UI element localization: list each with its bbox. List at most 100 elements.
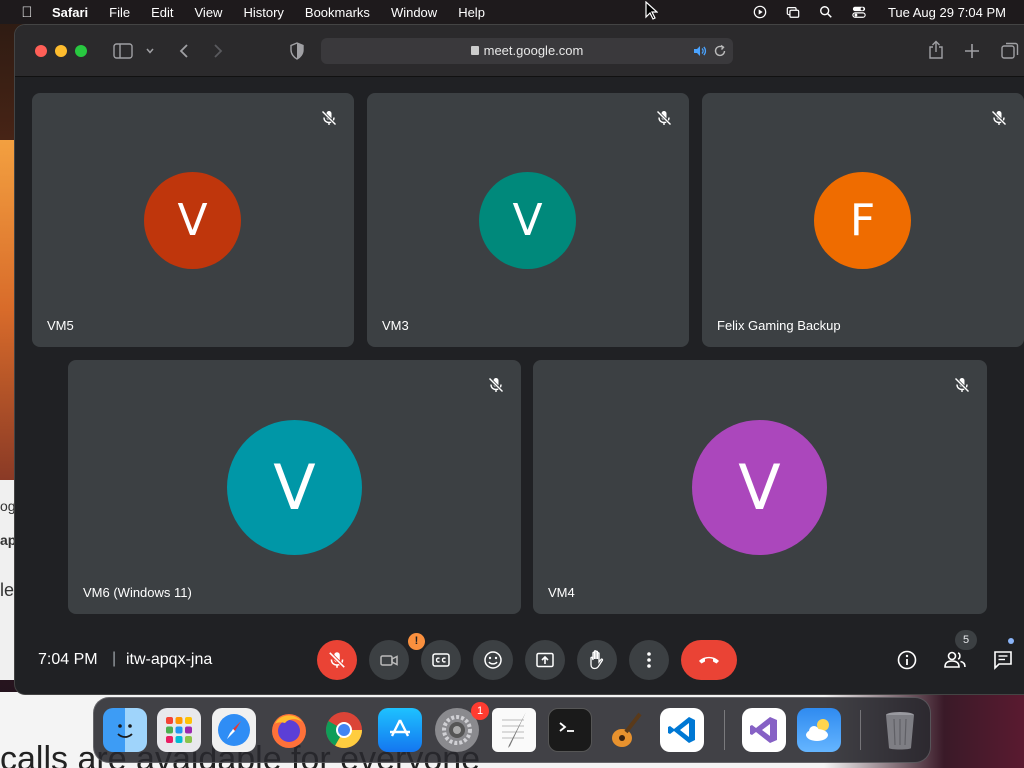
settings-notification-badge: 1 <box>471 702 489 720</box>
vscode-icon[interactable] <box>660 708 704 752</box>
trash-icon[interactable] <box>878 708 922 752</box>
sidebar-toggle-icon[interactable] <box>113 43 133 59</box>
muted-mic-icon <box>321 110 337 126</box>
dock-separator <box>724 710 725 750</box>
more-vertical-icon <box>647 652 651 668</box>
background-text-fragment: app <box>0 532 16 548</box>
participant-name: VM6 (Windows 11) <box>83 585 192 600</box>
menu-window[interactable]: Window <box>391 5 437 20</box>
safari-window: meet.google.com V VM5 V VM3 F Felix Gami… <box>15 25 1024 694</box>
participant-avatar: V <box>479 172 576 269</box>
meeting-details-button[interactable] <box>889 642 925 678</box>
control-center-icon[interactable] <box>851 5 867 19</box>
meeting-control-bar: 7:04 PM | itw-apqx-jna ! 5 <box>15 630 1024 694</box>
safari-icon[interactable] <box>212 708 256 752</box>
chat-button[interactable] <box>985 642 1021 678</box>
leave-call-button[interactable] <box>681 640 737 680</box>
screen-recording-icon[interactable] <box>752 5 768 19</box>
firefox-icon[interactable] <box>267 708 311 752</box>
chevron-down-icon[interactable] <box>145 46 155 56</box>
forward-arrow-icon[interactable] <box>211 42 225 60</box>
participant-name: VM4 <box>548 585 575 600</box>
meeting-time: 7:04 PM <box>38 651 98 668</box>
raise-hand-icon <box>590 650 604 670</box>
people-button[interactable] <box>937 642 973 678</box>
chat-icon <box>994 651 1012 670</box>
spotlight-search-icon[interactable] <box>818 5 834 19</box>
weather-icon[interactable] <box>797 708 841 752</box>
camera-toggle-button[interactable] <box>369 640 409 680</box>
raise-hand-button[interactable] <box>577 640 617 680</box>
mic-off-icon <box>328 651 346 669</box>
finder-icon[interactable] <box>103 708 147 752</box>
menu-view[interactable]: View <box>195 5 223 20</box>
menu-bar:  Safari File Edit View History Bookmark… <box>0 0 1024 24</box>
share-icon[interactable] <box>927 40 945 60</box>
participant-name: Felix Gaming Backup <box>717 318 841 333</box>
garageband-icon[interactable] <box>604 708 648 752</box>
apple-menu-icon[interactable]:  <box>18 4 36 21</box>
address-bar[interactable]: meet.google.com <box>321 38 733 64</box>
lock-icon <box>470 46 479 55</box>
back-arrow-icon[interactable] <box>177 42 191 60</box>
chat-unread-dot <box>1008 638 1014 644</box>
textedit-icon[interactable] <box>492 708 536 752</box>
launchpad-icon[interactable] <box>157 708 201 752</box>
window-close-button[interactable] <box>35 45 47 57</box>
participant-tile[interactable]: V VM5 <box>32 93 354 347</box>
muted-mic-icon <box>954 377 970 393</box>
tab-overview-icon[interactable] <box>1001 42 1019 60</box>
menu-file[interactable]: File <box>109 5 130 20</box>
reload-icon[interactable] <box>713 44 727 58</box>
terminal-icon[interactable] <box>548 708 592 752</box>
more-options-button[interactable] <box>629 640 669 680</box>
participant-tile[interactable]: V VM3 <box>367 93 689 347</box>
window-minimize-button[interactable] <box>55 45 67 57</box>
window-zoom-button[interactable] <box>75 45 87 57</box>
mouse-cursor-icon <box>645 1 658 20</box>
reactions-button[interactable] <box>473 640 513 680</box>
meeting-info-separator: | <box>112 650 117 667</box>
captions-button[interactable] <box>421 640 461 680</box>
participant-avatar: V <box>227 420 362 555</box>
menu-app-safari[interactable]: Safari <box>52 5 88 20</box>
screen-mirroring-icon[interactable] <box>785 5 801 19</box>
app-store-icon[interactable] <box>378 708 422 752</box>
dock-separator <box>860 710 861 750</box>
participant-tile[interactable]: F Felix Gaming Backup <box>702 93 1024 347</box>
participant-name: VM3 <box>382 318 409 333</box>
captions-icon <box>432 653 450 667</box>
background-text-fragment: le <box>0 580 15 600</box>
present-screen-icon <box>536 652 554 668</box>
dock: 1 <box>93 697 931 763</box>
privacy-shield-icon[interactable] <box>289 42 305 60</box>
browser-toolbar: meet.google.com <box>15 25 1024 77</box>
chrome-icon[interactable] <box>322 708 366 752</box>
menu-help[interactable]: Help <box>458 5 485 20</box>
audio-playing-icon[interactable] <box>693 44 707 58</box>
info-icon <box>897 650 917 670</box>
microphone-toggle-button[interactable] <box>317 640 357 680</box>
menu-edit[interactable]: Edit <box>151 5 173 20</box>
menu-history[interactable]: History <box>243 5 283 20</box>
participant-avatar: V <box>144 172 241 269</box>
camera-warning-badge: ! <box>408 633 425 650</box>
background-page-edge: ogl app le <box>0 480 16 680</box>
participant-avatar: F <box>814 172 911 269</box>
background-text-fragment: ogl <box>0 498 16 514</box>
address-url: meet.google.com <box>483 43 584 58</box>
participant-avatar: V <box>692 420 827 555</box>
muted-mic-icon <box>488 377 504 393</box>
emoji-icon <box>484 651 502 669</box>
people-icon <box>944 651 966 668</box>
muted-mic-icon <box>656 110 672 126</box>
participant-tile[interactable]: V VM4 <box>533 360 987 614</box>
hang-up-icon <box>699 656 719 664</box>
participant-tile[interactable]: V VM6 (Windows 11) <box>68 360 521 614</box>
menu-bookmarks[interactable]: Bookmarks <box>305 5 370 20</box>
present-screen-button[interactable] <box>525 640 565 680</box>
participant-name: VM5 <box>47 318 74 333</box>
new-tab-icon[interactable] <box>964 43 980 59</box>
menu-bar-clock[interactable]: Tue Aug 29 7:04 PM <box>888 5 1006 20</box>
visual-studio-icon[interactable] <box>742 708 786 752</box>
